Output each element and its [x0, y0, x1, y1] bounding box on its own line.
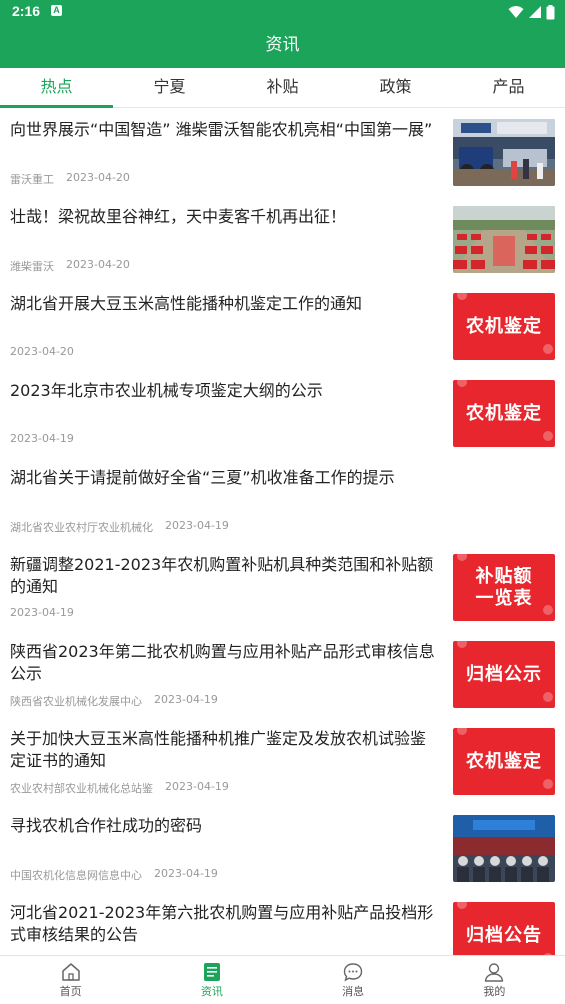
- news-date: 2023-04-19: [165, 780, 229, 793]
- page-title: 资讯: [265, 35, 300, 55]
- news-thumbnail-image: [453, 206, 555, 273]
- news-source: 陕西省农业机械化发展中心: [10, 695, 142, 708]
- tab-hot[interactable]: 热点: [0, 68, 113, 108]
- news-meta: 雷沃重工 2023-04-20: [10, 171, 130, 187]
- news-item[interactable]: 河北省2021-2023年第六批农机购置与应用补贴产品投档形式审核结果的公告 2…: [0, 892, 565, 955]
- news-item[interactable]: 向世界展示“中国智造” 潍柴雷沃智能农机亮相“中国第一展” 雷沃重工 2023-…: [0, 109, 565, 196]
- news-source: 农业农村部农业机械化总站鉴: [10, 782, 153, 795]
- news-thumbnail-badge: 补贴额 一览表: [453, 554, 555, 621]
- thumb-text: 农机鉴定: [466, 315, 542, 337]
- news-meta: 湖北省农业农村厅农业机械化 2023-04-19: [10, 519, 229, 535]
- news-item[interactable]: 关于加快大豆玉米高性能播种机推广鉴定及发放农机试验鉴定证书的通知 农业农村部农业…: [0, 718, 565, 805]
- tab-products[interactable]: 产品: [452, 68, 565, 107]
- news-item[interactable]: 湖北省开展大豆玉米高性能播种机鉴定工作的通知 2023-04-20 农机鉴定: [0, 283, 565, 370]
- thumb-text: 补贴额: [475, 565, 533, 587]
- news-source: 雷沃重工: [10, 173, 54, 186]
- news-source: 中国农机化信息网信息中心: [10, 869, 142, 882]
- news-title: 壮哉！梁祝故里谷神红，天中麦客千机再出征！: [10, 207, 347, 226]
- thumb-text: 农机鉴定: [466, 750, 542, 772]
- news-item[interactable]: 2023年北京市农业机械专项鉴定大纲的公示 2023-04-19 农机鉴定: [0, 370, 565, 457]
- news-date: 2023-04-19: [10, 606, 74, 619]
- news-date: 2023-04-19: [154, 693, 218, 706]
- news-title: 河北省2021-2023年第六批农机购置与应用补贴产品投档形式审核结果的公告: [10, 903, 434, 944]
- tab-bar: 热点 宁夏 补贴 政策 产品: [0, 68, 565, 108]
- news-list: 向世界展示“中国智造” 潍柴雷沃智能农机亮相“中国第一展” 雷沃重工 2023-…: [0, 109, 565, 955]
- news-meta: 陕西省农业机械化发展中心 2023-04-19: [10, 693, 218, 709]
- tab-ningxia[interactable]: 宁夏: [113, 68, 226, 107]
- news-date: 2023-04-20: [10, 345, 74, 358]
- app-header: 资讯: [0, 24, 565, 68]
- news-thumbnail-badge: 农机鉴定: [453, 728, 555, 795]
- news-title: 湖北省开展大豆玉米高性能播种机鉴定工作的通知: [10, 294, 363, 313]
- news-source: 潍柴雷沃: [10, 260, 54, 273]
- news-title: 关于加快大豆玉米高性能播种机推广鉴定及发放农机试验鉴定证书的通知: [10, 729, 427, 770]
- battery-icon: [546, 4, 555, 19]
- news-item[interactable]: 新疆调整2021-2023年农机购置补贴机具种类范围和补贴额的通知 2023-0…: [0, 544, 565, 631]
- nav-label: 首页: [59, 985, 82, 998]
- news-thumbnail-badge: 归档公告: [453, 902, 555, 955]
- thumb-text: 一览表: [475, 587, 533, 609]
- news-thumbnail-badge: 归档公示: [453, 641, 555, 708]
- nav-label: 消息: [342, 985, 365, 998]
- thumb-text: 农机鉴定: [466, 402, 542, 424]
- news-item[interactable]: 湖北省关于请提前做好全省“三夏”机收准备工作的提示 湖北省农业农村厅农业机械化 …: [0, 457, 565, 544]
- news-meta: 中国农机化信息网信息中心 2023-04-19: [10, 867, 218, 883]
- news-item[interactable]: 寻找农机合作社成功的密码 中国农机化信息网信息中心 2023-04-19: [0, 805, 565, 892]
- news-title: 陕西省2023年第二批农机购置与应用补贴产品形式审核信息公示: [10, 642, 435, 683]
- nav-news[interactable]: 资讯: [141, 956, 282, 1004]
- nav-label: 我的: [483, 985, 506, 998]
- profile-icon: [485, 963, 504, 982]
- tab-subsidy[interactable]: 补贴: [226, 68, 339, 107]
- news-title: 2023年北京市农业机械专项鉴定大纲的公示: [10, 381, 323, 400]
- news-meta: 农业农村部农业机械化总站鉴 2023-04-19: [10, 780, 229, 796]
- bottom-nav: 首页 资讯 消息 我的: [0, 955, 565, 1004]
- news-date: 2023-04-20: [66, 258, 130, 271]
- news-date: 2023-04-19: [154, 867, 218, 880]
- signal-icon: [529, 6, 541, 18]
- a-icon: A: [51, 5, 62, 16]
- news-date: 2023-04-20: [66, 171, 130, 184]
- news-title: 寻找农机合作社成功的密码: [10, 816, 203, 835]
- thumb-text: 归档公示: [466, 663, 542, 685]
- news-item[interactable]: 陕西省2023年第二批农机购置与应用补贴产品形式审核信息公示 陕西省农业机械化发…: [0, 631, 565, 718]
- status-time: 2:16: [12, 3, 41, 19]
- news-meta: 2023-04-19: [10, 606, 74, 619]
- nav-label: 资讯: [200, 985, 223, 998]
- news-date: 2023-04-19: [165, 519, 229, 532]
- status-icons: [508, 3, 555, 21]
- status-bar: 2:16 A: [0, 0, 565, 24]
- news-icon: [203, 963, 220, 981]
- message-icon: [343, 963, 363, 982]
- news-thumbnail-badge: 农机鉴定: [453, 380, 555, 447]
- news-item[interactable]: 壮哉！梁祝故里谷神红，天中麦客千机再出征！ 潍柴雷沃 2023-04-20: [0, 196, 565, 283]
- news-date: 2023-04-19: [10, 432, 74, 445]
- news-source: 湖北省农业农村厅农业机械化: [10, 521, 153, 534]
- nav-profile[interactable]: 我的: [424, 956, 565, 1004]
- news-meta: 2023-04-20: [10, 345, 74, 358]
- news-thumbnail-image: [453, 815, 555, 882]
- wifi-icon: [508, 6, 524, 18]
- news-title: 新疆调整2021-2023年农机购置补贴机具种类范围和补贴额的通知: [10, 555, 434, 596]
- home-icon: [61, 963, 80, 981]
- news-title: 湖北省关于请提前做好全省“三夏”机收准备工作的提示: [10, 468, 395, 487]
- nav-home[interactable]: 首页: [0, 956, 141, 1004]
- thumb-text: 归档公告: [466, 924, 542, 946]
- news-meta: 2023-04-19: [10, 432, 74, 445]
- news-thumbnail-image: [453, 119, 555, 186]
- nav-messages[interactable]: 消息: [283, 956, 424, 1004]
- news-meta: 潍柴雷沃 2023-04-20: [10, 258, 130, 274]
- tab-policy[interactable]: 政策: [339, 68, 452, 107]
- news-thumbnail-badge: 农机鉴定: [453, 293, 555, 360]
- news-title: 向世界展示“中国智造” 潍柴雷沃智能农机亮相“中国第一展”: [10, 120, 433, 139]
